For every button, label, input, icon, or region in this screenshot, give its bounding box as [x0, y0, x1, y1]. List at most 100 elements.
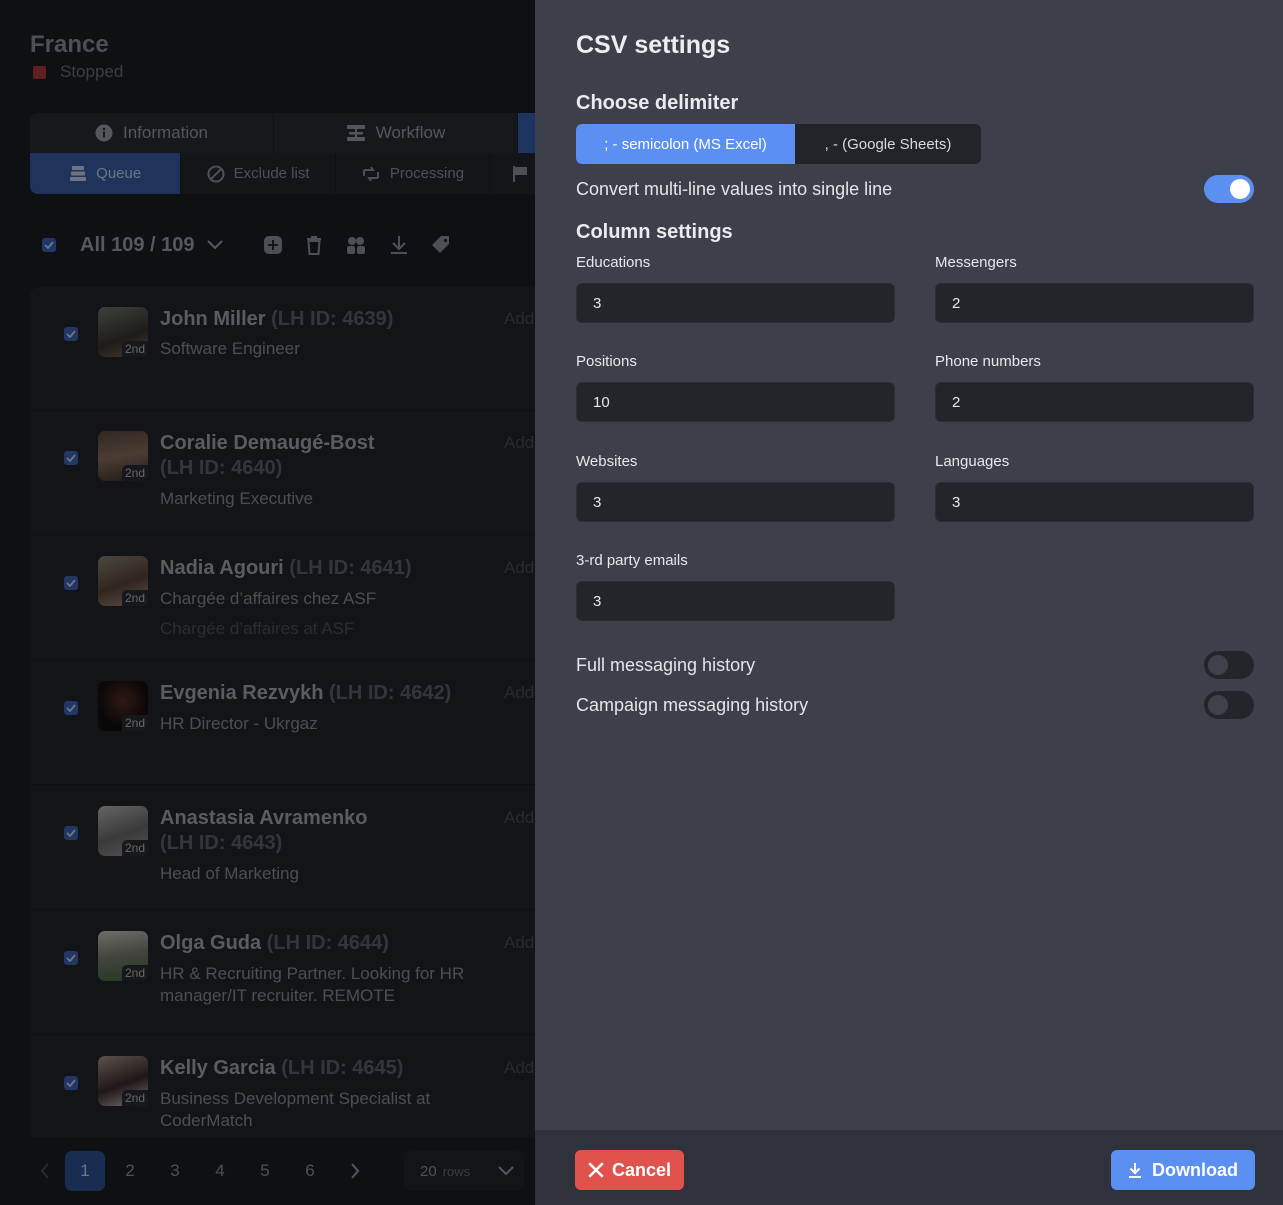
positions-input[interactable]: 10 [576, 382, 895, 422]
person-name-line: Anastasia Avramenko (LH ID: 4643) [160, 806, 490, 856]
person-name-line: Olga Guda (LH ID: 4644) [160, 931, 490, 956]
chevron-down-icon[interactable] [206, 240, 223, 250]
page-button-5[interactable]: 5 [245, 1151, 285, 1191]
page-button-3[interactable]: 3 [155, 1151, 195, 1191]
row-add-label: Add [504, 933, 535, 952]
selection-count: All 109 / 109 [80, 233, 195, 256]
languages-input[interactable]: 3 [935, 482, 1254, 522]
connection-degree-badge: 2nd [121, 840, 148, 856]
full-history-toggle[interactable] [1204, 651, 1254, 679]
educations-label: Educations [576, 254, 651, 271]
rows-per-page-select[interactable]: 20 rows [404, 1151, 524, 1191]
prev-page-icon[interactable] [30, 1151, 60, 1191]
tab-finished[interactable] [490, 153, 535, 194]
websites-field: Websites 3 [576, 453, 895, 522]
tab-active-edge[interactable] [518, 113, 535, 153]
phone-numbers-label: Phone numbers [935, 353, 1041, 370]
csv-settings-panel: CSV settings Choose delimiter ; - semico… [535, 0, 1283, 1205]
tab-exclude-list[interactable]: Exclude list [181, 153, 336, 194]
connection-degree-badge: 2nd [121, 715, 148, 731]
phone-numbers-input[interactable]: 2 [935, 382, 1254, 422]
page-button-2[interactable]: 2 [110, 1151, 150, 1191]
download-button[interactable]: Download [1111, 1150, 1255, 1190]
row-add-label: Add [504, 433, 535, 452]
cancel-label: Cancel [611, 1159, 672, 1180]
tab-workflow[interactable]: Workflow [274, 113, 518, 153]
page-button-1[interactable]: 1 [65, 1151, 105, 1191]
third-party-emails-input[interactable]: 3 [576, 581, 895, 621]
page-button-4[interactable]: 4 [200, 1151, 240, 1191]
row-checkbox[interactable] [64, 951, 78, 965]
tab-information[interactable]: Information [30, 113, 274, 153]
cancel-button[interactable]: Cancel [575, 1150, 684, 1190]
avatar[interactable]: 2nd [98, 556, 148, 606]
campaign-status: Stopped [33, 62, 123, 82]
tab-exclude-list-label: Exclude list [233, 165, 310, 182]
row-checkbox[interactable] [64, 327, 78, 341]
campaign-pane: France Stopped Information Workflow Queu… [0, 0, 535, 1205]
avatar[interactable]: 2nd [98, 431, 148, 481]
delimiter-semicolon-option[interactable]: ; - semicolon (MS Excel) [576, 124, 795, 164]
third-party-emails-label: 3-rd party emails [576, 552, 688, 569]
positions-label: Positions [576, 353, 637, 370]
convert-multiline-toggle[interactable] [1204, 175, 1254, 203]
full-history-row: Full messaging history [576, 649, 1254, 681]
row-checkbox[interactable] [64, 826, 78, 840]
list-item[interactable]: 2nd Anastasia Avramenko (LH ID: 4643) Hea… [30, 786, 535, 910]
row-checkbox[interactable] [64, 1076, 78, 1090]
delete-icon[interactable] [306, 235, 322, 255]
websites-input[interactable]: 3 [576, 482, 895, 522]
people-list: 2nd John Miller (LH ID: 4639) Software E… [30, 287, 535, 1137]
panel-footer: Cancel Download [535, 1130, 1283, 1205]
person-name[interactable]: Olga Guda [160, 932, 261, 954]
avatar[interactable]: 2nd [98, 307, 148, 357]
row-add-label: Add [504, 683, 535, 702]
avatar[interactable]: 2nd [98, 681, 148, 731]
row-add-label: Add [504, 309, 535, 328]
person-headline: HR & Recruiting Partner. Looking for HR … [160, 964, 465, 1005]
next-page-icon[interactable] [335, 1151, 375, 1191]
person-name[interactable]: Evgenia Rezvykh [160, 682, 323, 704]
person-lh-id: (LH ID: 4640) [160, 457, 283, 479]
list-item[interactable]: 2nd Olga Guda (LH ID: 4644) HR & Recruit… [30, 911, 535, 1035]
tag-icon[interactable] [431, 235, 451, 255]
tab-queue[interactable]: Queue [30, 153, 182, 194]
people-icon[interactable] [345, 235, 367, 255]
person-name-line: Kelly Garcia (LH ID: 4645) [160, 1056, 490, 1081]
person-name-line: Nadia Agouri (LH ID: 4641) [160, 556, 490, 581]
select-all-checkbox[interactable] [42, 238, 56, 252]
page-button-6[interactable]: 6 [290, 1151, 330, 1191]
export-download-icon[interactable] [390, 235, 408, 255]
list-item[interactable]: 2nd Kelly Garcia (LH ID: 4645) Business … [30, 1036, 535, 1137]
person-name[interactable]: Kelly Garcia [160, 1057, 276, 1079]
list-item[interactable]: 2nd Nadia Agouri (LH ID: 4641) Chargée d… [30, 536, 535, 660]
row-checkbox[interactable] [64, 576, 78, 590]
tab-processing[interactable]: Processing [336, 153, 491, 194]
person-lh-id: (LH ID: 4645) [281, 1057, 404, 1079]
add-to-campaign-icon[interactable] [263, 235, 283, 255]
delimiter-comma-option[interactable]: , - (Google Sheets) [795, 124, 981, 164]
avatar[interactable]: 2nd [98, 1056, 148, 1106]
row-checkbox[interactable] [64, 701, 78, 715]
rows-per-page-unit: rows [442, 1163, 471, 1179]
avatar[interactable]: 2nd [98, 931, 148, 981]
third-party-emails-field: 3-rd party emails 3 [576, 552, 895, 621]
list-item[interactable]: 2nd John Miller (LH ID: 4639) Software E… [30, 287, 535, 411]
person-name[interactable]: Anastasia Avramenko [160, 807, 368, 829]
rows-per-page-value: 20 [420, 1162, 437, 1180]
list-item[interactable]: 2nd Coralie Demaugé-Bost (LH ID: 4640) Ma… [30, 411, 535, 535]
exclude-icon [207, 165, 225, 183]
campaign-history-label: Campaign messaging history [576, 694, 809, 715]
person-headline: Marketing Executive [160, 489, 314, 508]
person-name[interactable]: Coralie Demaugé-Bost [160, 432, 375, 454]
avatar[interactable]: 2nd [98, 806, 148, 856]
row-add-label: Add [504, 1058, 535, 1077]
educations-input[interactable]: 3 [576, 283, 895, 323]
campaign-history-toggle[interactable] [1204, 691, 1254, 719]
person-name[interactable]: Nadia Agouri [160, 557, 284, 579]
row-checkbox[interactable] [64, 451, 78, 465]
person-name[interactable]: John Miller [160, 308, 266, 330]
educations-field: Educations 3 [576, 254, 895, 323]
messengers-input[interactable]: 2 [935, 283, 1254, 323]
list-item[interactable]: 2nd Evgenia Rezvykh (LH ID: 4642) HR Dir… [30, 661, 535, 785]
